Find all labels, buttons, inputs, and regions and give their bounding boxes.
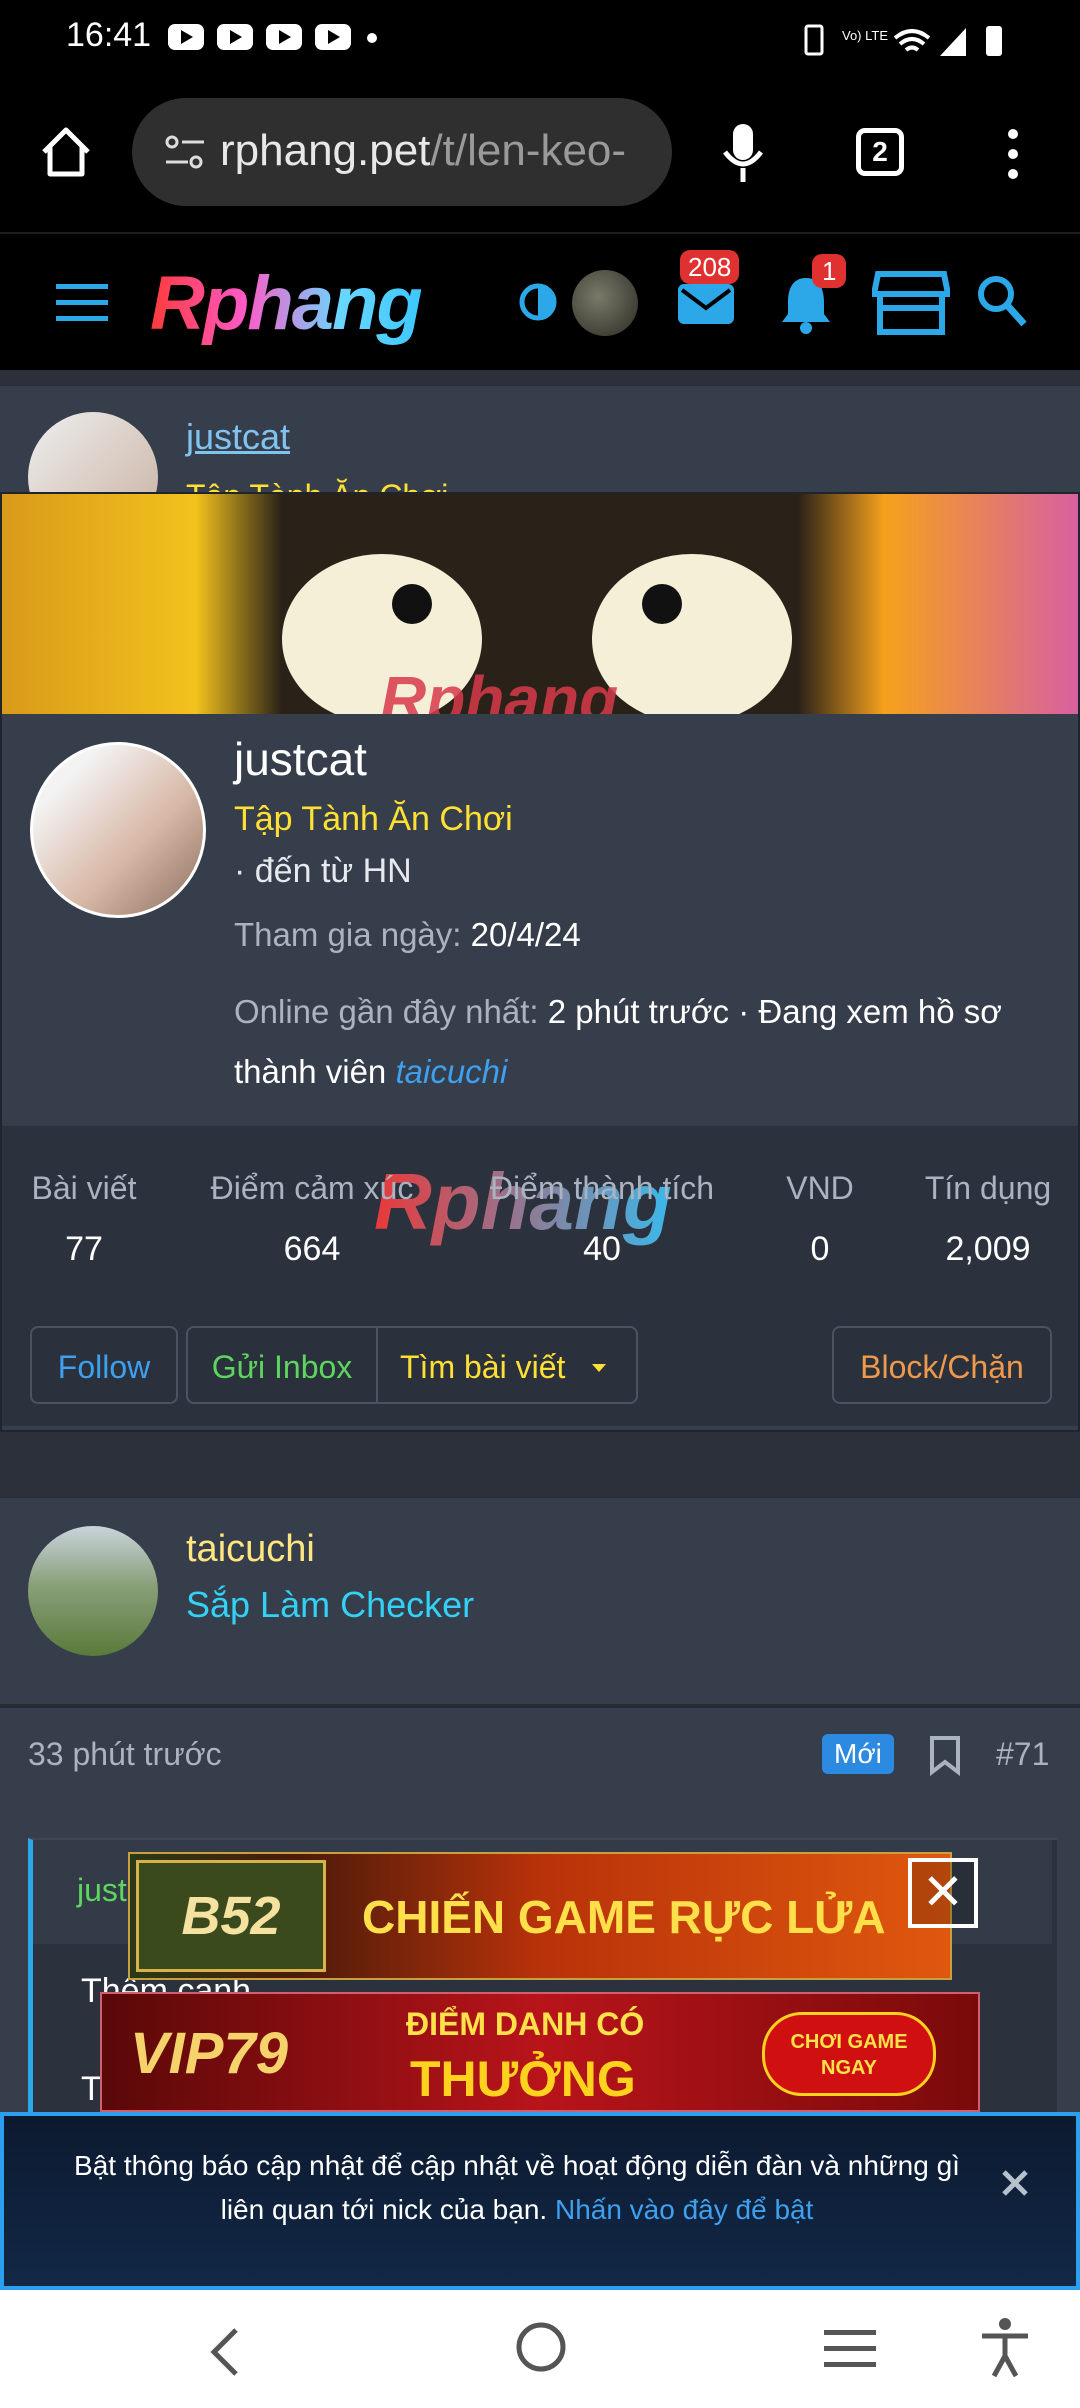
ad-close-button[interactable]: ✕ (908, 1858, 978, 1928)
find-posts-label: Tìm bài viết (400, 1349, 566, 1385)
home-nav-icon[interactable] (514, 2320, 568, 2374)
follow-button[interactable]: Follow (30, 1326, 178, 1404)
profile-avatar[interactable] (30, 742, 206, 918)
search-icon[interactable] (976, 274, 1028, 330)
post-divider (0, 1704, 1080, 1708)
battery-icon (986, 26, 1002, 56)
profile-user-title: Tập Tành Ăn Chơi (234, 800, 513, 838)
wifi-icon (893, 29, 931, 52)
browser-menu-icon[interactable] (998, 126, 1028, 182)
tab-count: 2 (872, 136, 888, 167)
ad-vip79-text-bottom: THƯỞNG (410, 2051, 636, 2107)
url-path: /t/len-keo- (430, 126, 627, 175)
post2-timestamp[interactable]: 33 phút trước (28, 1736, 222, 1773)
site-logo[interactable]: Rphang (150, 260, 423, 347)
viewing-member-link[interactable]: taicuchi (395, 1053, 507, 1090)
banner-watermark: Rphang (380, 663, 619, 714)
stat-label-vnd: VND (786, 1170, 854, 1206)
post-header: justcat Tập Tành Ăn Chơi (0, 386, 1080, 542)
profile-last-activity: Online gần đây nhất: 2 phút trước · Đang… (234, 982, 1054, 1102)
post2-user-block: taicuchi Sắp Làm Checker (0, 1498, 1080, 1704)
recents-icon[interactable] (824, 2326, 876, 2372)
youtube-notification-icon (315, 24, 351, 50)
theme-toggle-icon[interactable] (518, 282, 558, 322)
stat-value-credits: 2,009 (945, 1230, 1031, 1268)
back-icon[interactable] (206, 2326, 242, 2378)
microphone-icon[interactable] (720, 122, 766, 186)
url-text[interactable]: rphang.pet/t/len-keo- (220, 126, 660, 176)
user-avatar[interactable] (572, 270, 638, 336)
bookmark-icon[interactable] (928, 1734, 962, 1776)
caret-down-icon (592, 1364, 606, 1372)
send-inbox-button[interactable]: Gửi Inbox (186, 1326, 378, 1404)
status-bar: 16:41 Vo) LTE (0, 0, 1080, 78)
ad-banner-b52[interactable]: B52 CHIẾN GAME RỰC LỬA (128, 1852, 952, 1980)
stat-label-credits: Tín dụng (924, 1170, 1052, 1206)
enable-notifications-link[interactable]: Nhấn vào đây để bật (555, 2194, 813, 2225)
browser-toolbar: rphang.pet/t/len-keo- 2 (0, 78, 1080, 232)
tab-switcher-button[interactable]: 2 (856, 128, 904, 176)
close-icon[interactable] (1000, 2168, 1030, 2198)
banner-pupil-left (392, 584, 432, 624)
joined-value: 20/4/24 (470, 916, 581, 953)
profile-username[interactable]: justcat (234, 732, 367, 786)
last-seen-label: Online gần đây nhất: (234, 993, 539, 1030)
notification-message: Bật thông báo cập nhật để cập nhật về ho… (52, 2144, 982, 2232)
stat-label-reactions: Điểm cảm xúc (210, 1170, 414, 1206)
forum-header: Rphang 208 1 (0, 232, 1080, 370)
stat-label-trophies: Điểm thành tích (489, 1170, 715, 1206)
stat-label-posts: Bài viết (31, 1170, 137, 1206)
profile-joined: Tham gia ngày: 20/4/24 (234, 916, 581, 954)
address-bar[interactable]: rphang.pet/t/len-keo- (132, 98, 672, 206)
system-navigation-bar (0, 2290, 1080, 2408)
hamburger-menu-icon[interactable] (56, 282, 108, 322)
member-tooltip-card: Rphang justcat Tập Tành Ăn Chơi · đến từ… (0, 492, 1080, 1432)
home-icon[interactable] (38, 124, 94, 180)
profile-location: · đến từ HN (234, 852, 412, 890)
new-post-badge: Mới (822, 1734, 894, 1774)
more-notifications-icon (367, 33, 377, 43)
post-number[interactable]: #71 (996, 1736, 1049, 1773)
find-posts-button[interactable]: Tìm bài viết (376, 1326, 638, 1404)
ad-vip79-logo: VIP79 (130, 2021, 288, 2086)
quote-author[interactable]: just (77, 1872, 127, 1909)
block-button[interactable]: Block/Chặn (832, 1326, 1052, 1404)
vibrate-icon (804, 24, 824, 56)
post2-author-title: Sắp Làm Checker (186, 1584, 475, 1625)
ad-b52-logo: B52 (136, 1860, 326, 1972)
ad-b52-text: CHIẾN GAME RỰC LỬA (362, 1891, 886, 1943)
status-time: 16:41 (66, 16, 152, 54)
store-icon[interactable] (872, 268, 950, 338)
profile-banner: Rphang (2, 494, 1078, 714)
stat-value-posts[interactable]: 77 (4, 1230, 164, 1269)
youtube-notification-icon (217, 24, 253, 50)
stat-value-trophies[interactable]: 40 (480, 1230, 724, 1269)
site-settings-icon[interactable] (164, 132, 206, 172)
status-icons: Vo) LTE (804, 24, 1002, 56)
notification-text: Bật thông báo cập nhật để cập nhật về ho… (74, 2150, 960, 2225)
ad-vip79-text-top: ĐIỂM DANH CÓ (406, 2006, 645, 2042)
banner-cat-eye-right (592, 554, 792, 714)
banner-pupil-right (642, 584, 682, 624)
stat-value-reactions: 664 (283, 1230, 341, 1268)
post-author-name[interactable]: justcat (186, 416, 290, 458)
stat-value-vnd: 0 (810, 1230, 830, 1268)
quote-line-2: T (81, 2070, 102, 2108)
post2-author-name[interactable]: taicuchi (186, 1528, 315, 1571)
ad-vip79-cta[interactable]: CHƠI GAME NGAY (762, 2012, 936, 2096)
joined-label: Tham gia ngày: (234, 916, 462, 953)
youtube-notification-icon (266, 24, 302, 50)
push-notification-prompt: Bật thông báo cập nhật để cập nhật về ho… (0, 2112, 1080, 2290)
alerts-count-badge: 1 (812, 254, 847, 288)
inbox-count-badge: 208 (680, 250, 740, 284)
url-host: rphang.pet (220, 126, 431, 175)
signal-icon (940, 28, 966, 56)
post2-author-avatar[interactable] (28, 1526, 158, 1656)
youtube-notification-icon (168, 24, 204, 50)
volte-icon: Vo) LTE (842, 28, 888, 43)
ad-banner-vip79[interactable]: VIP79 ĐIỂM DANH CÓ THƯỞNG CHƠI GAME NGAY (100, 1992, 980, 2112)
accessibility-icon[interactable] (978, 2316, 1032, 2378)
